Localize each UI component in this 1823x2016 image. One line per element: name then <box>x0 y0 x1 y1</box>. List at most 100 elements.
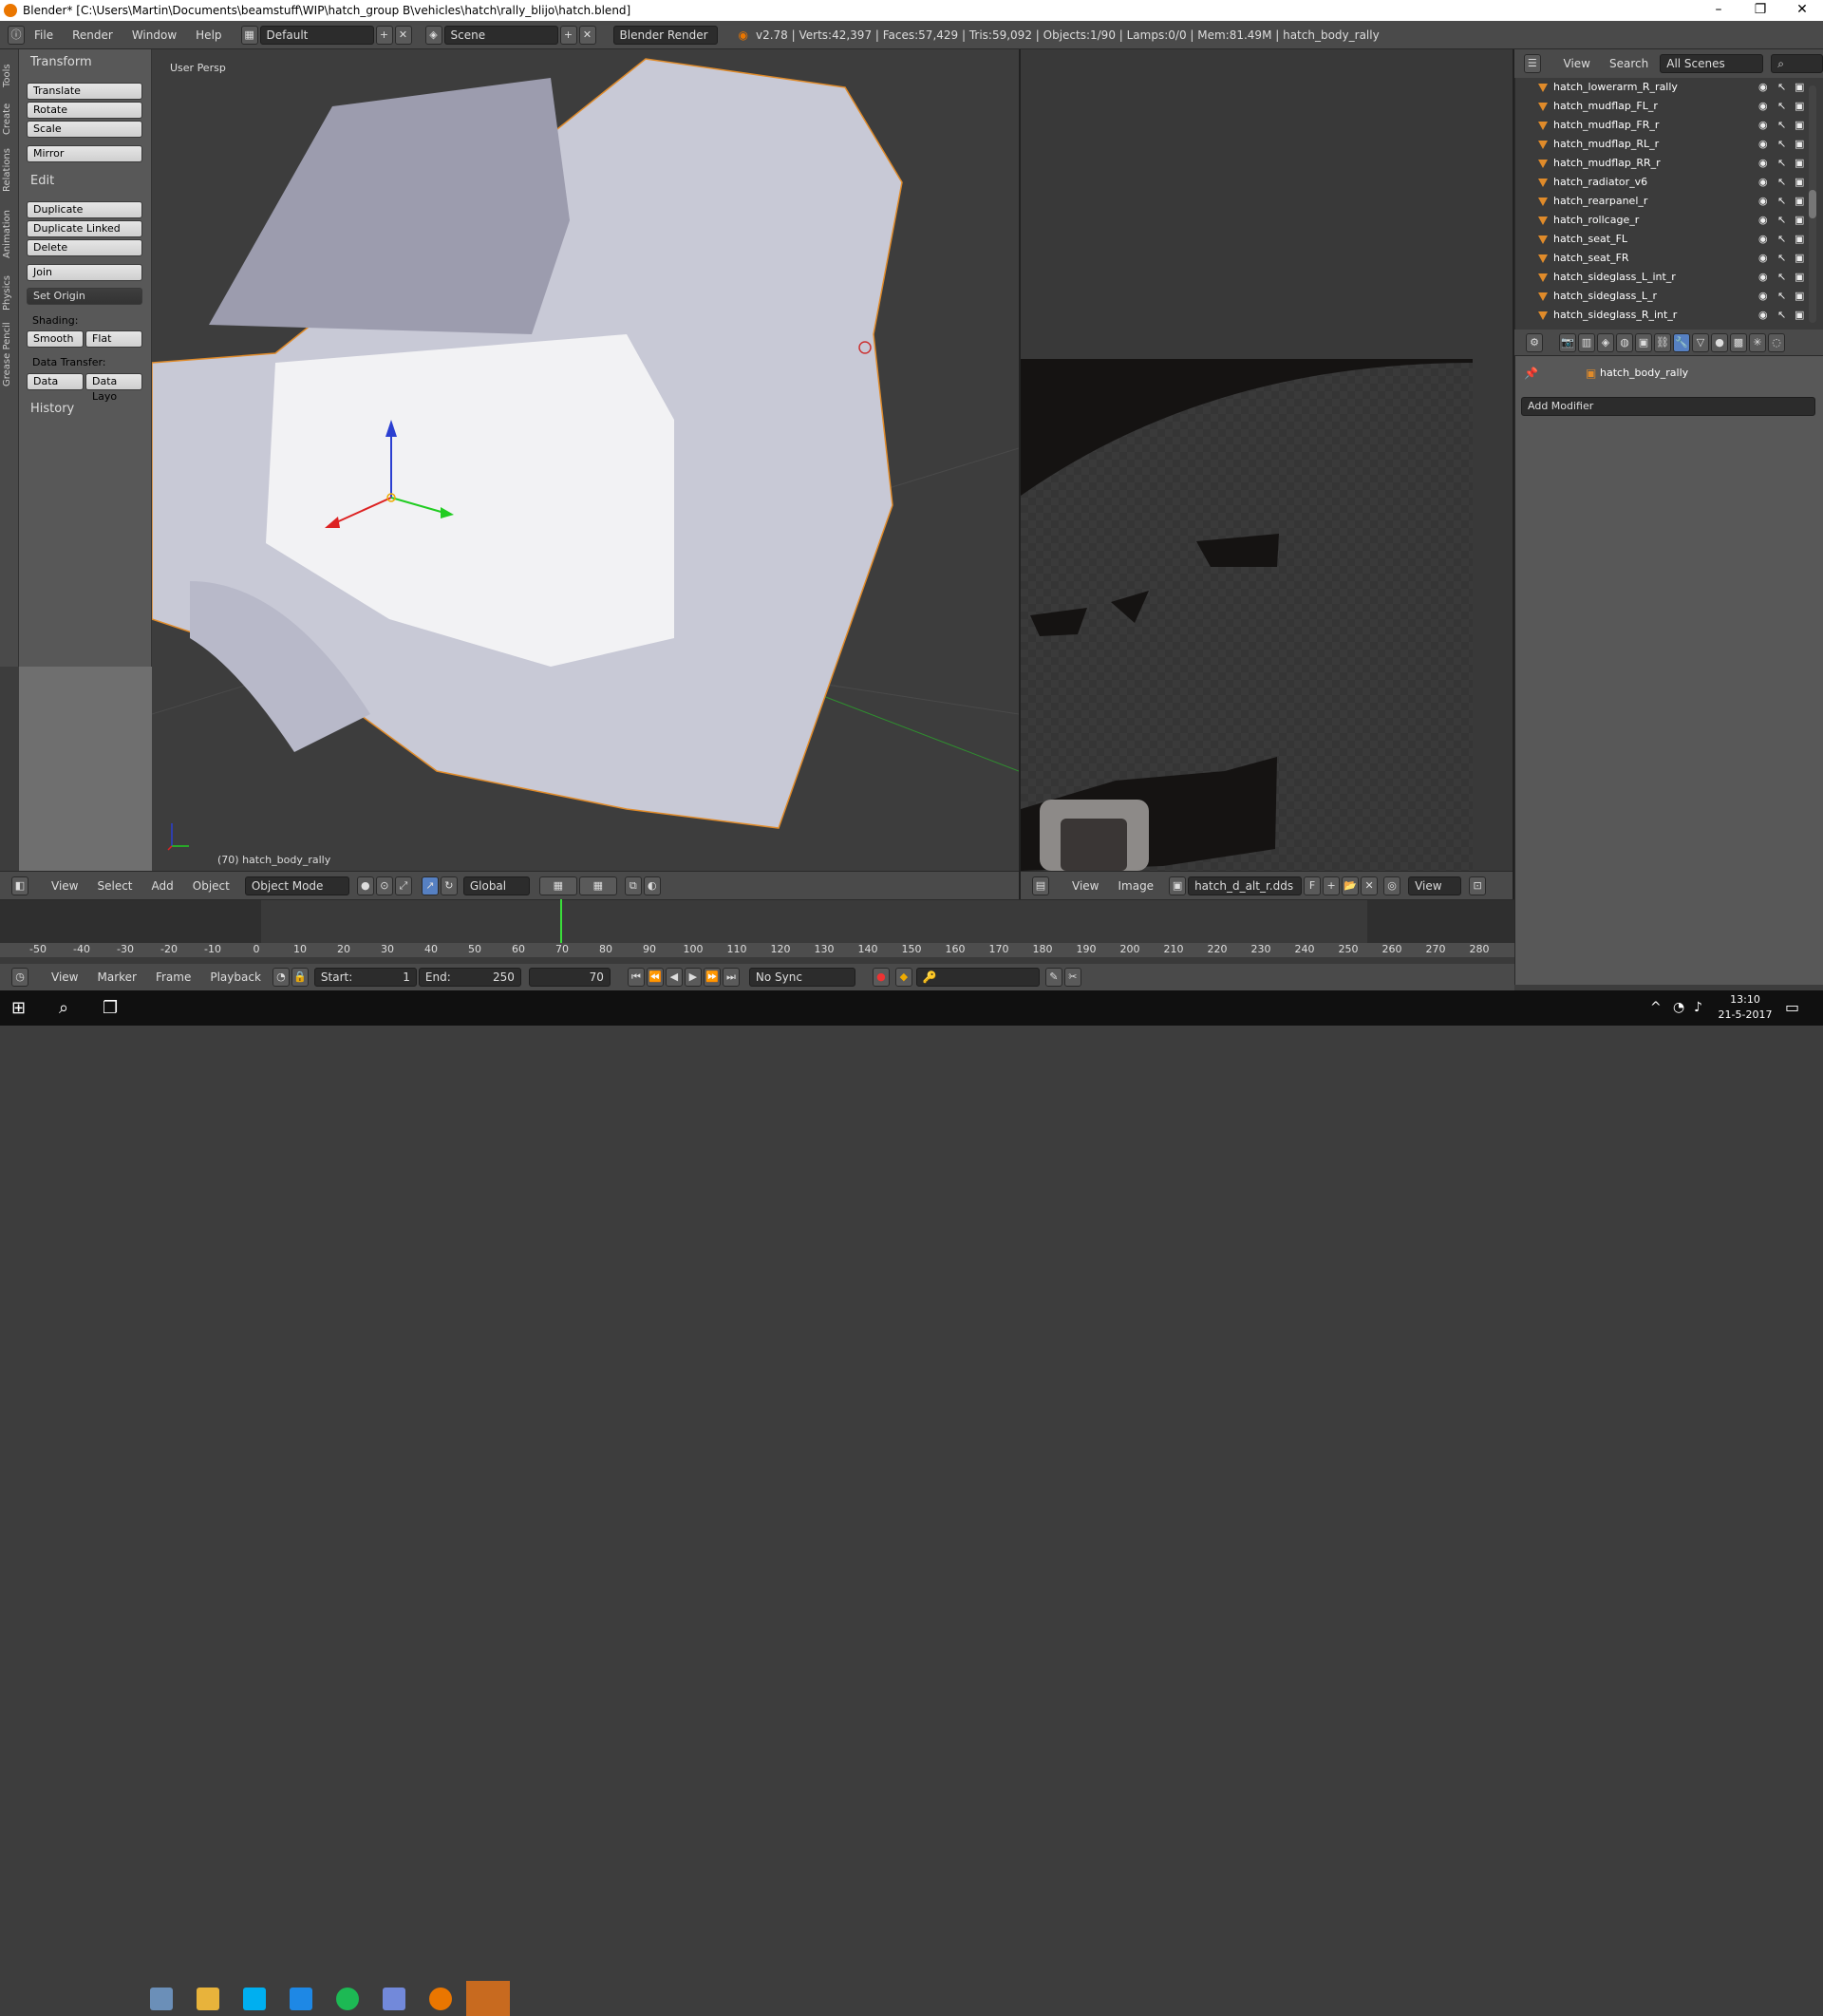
sync-select[interactable]: No Sync <box>748 968 855 987</box>
manipulator-icon[interactable]: ⤢ <box>394 876 412 895</box>
record-icon[interactable]: ● <box>872 968 890 987</box>
outliner-item[interactable]: hatch_sideglass_L_int_r ◉ ↖ ▣ <box>1538 268 1804 287</box>
data-button[interactable]: Data <box>27 373 84 390</box>
editor-type-icon[interactable]: ⓘ <box>8 25 25 45</box>
visibility-eye-icon[interactable]: ◉ <box>1758 268 1768 287</box>
layout-add-icon[interactable]: + <box>375 25 393 45</box>
menu-window[interactable]: Window <box>122 28 186 42</box>
menu-file[interactable]: File <box>25 28 63 42</box>
outliner-item[interactable]: hatch_seat_FL ◉ ↖ ▣ <box>1538 230 1804 249</box>
image-unlink-icon[interactable]: ✕ <box>1361 876 1379 895</box>
duplicate-linked-button[interactable]: Duplicate Linked <box>27 220 142 237</box>
set-origin-select[interactable]: Set Origin <box>27 288 142 305</box>
close-button[interactable]: ✕ <box>1781 0 1823 21</box>
physics-tab-icon[interactable]: ◌ <box>1768 333 1785 352</box>
keying-set-field[interactable]: 🔑 <box>915 968 1040 987</box>
duplicate-button[interactable]: Duplicate <box>27 201 142 218</box>
outliner-item[interactable]: hatch_rollcage_r ◉ ↖ ▣ <box>1538 211 1804 230</box>
layers-icon-2[interactable]: ▦ <box>578 876 617 895</box>
renderable-camera-icon[interactable]: ▣ <box>1795 230 1804 249</box>
visibility-eye-icon[interactable]: ◉ <box>1758 192 1768 211</box>
task-view-icon[interactable]: ❐ <box>103 998 118 1018</box>
pin-icon[interactable]: 📌 <box>1524 367 1538 380</box>
file-explorer-icon[interactable] <box>197 1988 219 2010</box>
visibility-eye-icon[interactable]: ◉ <box>1758 287 1768 306</box>
vp-menu-view[interactable]: View <box>42 879 87 893</box>
visibility-eye-icon[interactable]: ◉ <box>1758 135 1768 154</box>
layout-field[interactable]: Default <box>259 25 374 45</box>
jump-keyframe-next-icon[interactable]: ⏩ <box>703 968 721 987</box>
render-tab-icon[interactable]: 📷 <box>1559 333 1576 352</box>
selectable-cursor-icon[interactable]: ↖ <box>1777 154 1786 173</box>
vp-menu-add[interactable]: Add <box>142 879 183 893</box>
selectable-cursor-icon[interactable]: ↖ <box>1777 211 1786 230</box>
visibility-eye-icon[interactable]: ◉ <box>1758 116 1768 135</box>
visibility-eye-icon[interactable]: ◉ <box>1758 306 1768 325</box>
object-tab-icon[interactable]: ▣ <box>1635 333 1652 352</box>
outliner-item[interactable]: hatch_lowerarm_R_rally ◉ ↖ ▣ <box>1538 78 1804 97</box>
image-open-icon[interactable]: 📂 <box>1342 876 1360 895</box>
keying-set-icon[interactable]: ◆ <box>894 968 912 987</box>
selectable-cursor-icon[interactable]: ↖ <box>1777 268 1786 287</box>
play-icon[interactable]: ▶ <box>684 968 702 987</box>
outliner-item[interactable]: hatch_mudflap_RR_r ◉ ↖ ▣ <box>1538 154 1804 173</box>
current-frame-marker[interactable] <box>560 899 562 943</box>
constraints-tab-icon[interactable]: ⛓ <box>1654 333 1671 352</box>
maximize-button[interactable]: ❐ <box>1739 0 1781 21</box>
visibility-eye-icon[interactable]: ◉ <box>1758 78 1768 97</box>
scene-tab-icon[interactable]: ◈ <box>1597 333 1614 352</box>
outliner-menu-search[interactable]: Search <box>1600 57 1658 70</box>
rotate-button[interactable]: Rotate <box>27 102 142 119</box>
image-pin-icon[interactable]: ◎ <box>1383 876 1401 895</box>
windows-start-icon[interactable]: ⊞ <box>11 998 26 1018</box>
minimize-button[interactable]: – <box>1698 0 1739 21</box>
preview-range-icon[interactable]: ◔ <box>272 968 290 987</box>
visibility-eye-icon[interactable]: ◉ <box>1758 97 1768 116</box>
edit-panel-header[interactable]: Edit <box>30 174 54 188</box>
history-panel-header[interactable]: History <box>30 402 74 416</box>
image-new-icon[interactable]: + <box>1323 876 1341 895</box>
scene-field[interactable]: Scene <box>443 25 558 45</box>
outliner-item[interactable]: hatch_radiator_v6 ◉ ↖ ▣ <box>1538 173 1804 192</box>
renderable-camera-icon[interactable]: ▣ <box>1795 154 1804 173</box>
current-frame-field[interactable]: 70 <box>528 968 611 987</box>
3d-viewport[interactable]: User Persp (70) hatch_body_rally <box>152 49 1019 871</box>
renderable-camera-icon[interactable]: ▣ <box>1795 116 1804 135</box>
selectable-cursor-icon[interactable]: ↖ <box>1777 173 1786 192</box>
edge-icon[interactable] <box>290 1988 312 2010</box>
tray-up-icon[interactable]: ^ <box>1650 1000 1662 1015</box>
rotate-manip-icon[interactable]: ↻ <box>440 876 458 895</box>
renderable-camera-icon[interactable]: ▣ <box>1795 211 1804 230</box>
outliner-menu-view[interactable]: View <box>1554 57 1600 70</box>
timeline-editor-type-icon[interactable]: ◷ <box>11 968 28 987</box>
action-center-icon[interactable]: ▭ <box>1785 998 1799 1016</box>
renderable-camera-icon[interactable]: ▣ <box>1795 97 1804 116</box>
clock-time[interactable]: 13:10 <box>1717 993 1774 1006</box>
renderable-camera-icon[interactable]: ▣ <box>1795 268 1804 287</box>
data-layout-button[interactable]: Data Layo <box>85 373 142 403</box>
outliner-scrollbar[interactable] <box>1809 85 1816 323</box>
renderable-camera-icon[interactable]: ▣ <box>1795 249 1804 268</box>
object-mode-select[interactable]: Object Mode <box>244 876 349 895</box>
volume-icon[interactable]: ♪ <box>1694 1000 1702 1015</box>
selectable-cursor-icon[interactable]: ↖ <box>1777 287 1786 306</box>
spotify-icon[interactable] <box>336 1988 359 2010</box>
delete-keyframe-icon[interactable]: ✂ <box>1063 968 1081 987</box>
renderable-camera-icon[interactable]: ▣ <box>1795 173 1804 192</box>
image-view-select[interactable]: View <box>1408 876 1462 895</box>
translate-button[interactable]: Translate <box>27 83 142 100</box>
snap-icon[interactable]: ⧉ <box>624 876 642 895</box>
menu-help[interactable]: Help <box>186 28 231 42</box>
orientation-select[interactable]: Global <box>462 876 530 895</box>
image-display-icon[interactable]: ⊡ <box>1469 876 1487 895</box>
renderable-camera-icon[interactable]: ▣ <box>1795 306 1804 325</box>
tab-physics[interactable]: Physics <box>2 275 12 311</box>
visibility-eye-icon[interactable]: ◉ <box>1758 173 1768 192</box>
selectable-cursor-icon[interactable]: ↖ <box>1777 306 1786 325</box>
menu-render[interactable]: Render <box>63 28 122 42</box>
texture-tab-icon[interactable]: ▩ <box>1730 333 1747 352</box>
outliner-editor-type-icon[interactable]: ☰ <box>1524 54 1541 73</box>
scene-add-icon[interactable]: + <box>559 25 577 45</box>
end-frame-field[interactable]: End: 250 <box>418 968 521 987</box>
tab-animation[interactable]: Animation <box>2 210 12 258</box>
